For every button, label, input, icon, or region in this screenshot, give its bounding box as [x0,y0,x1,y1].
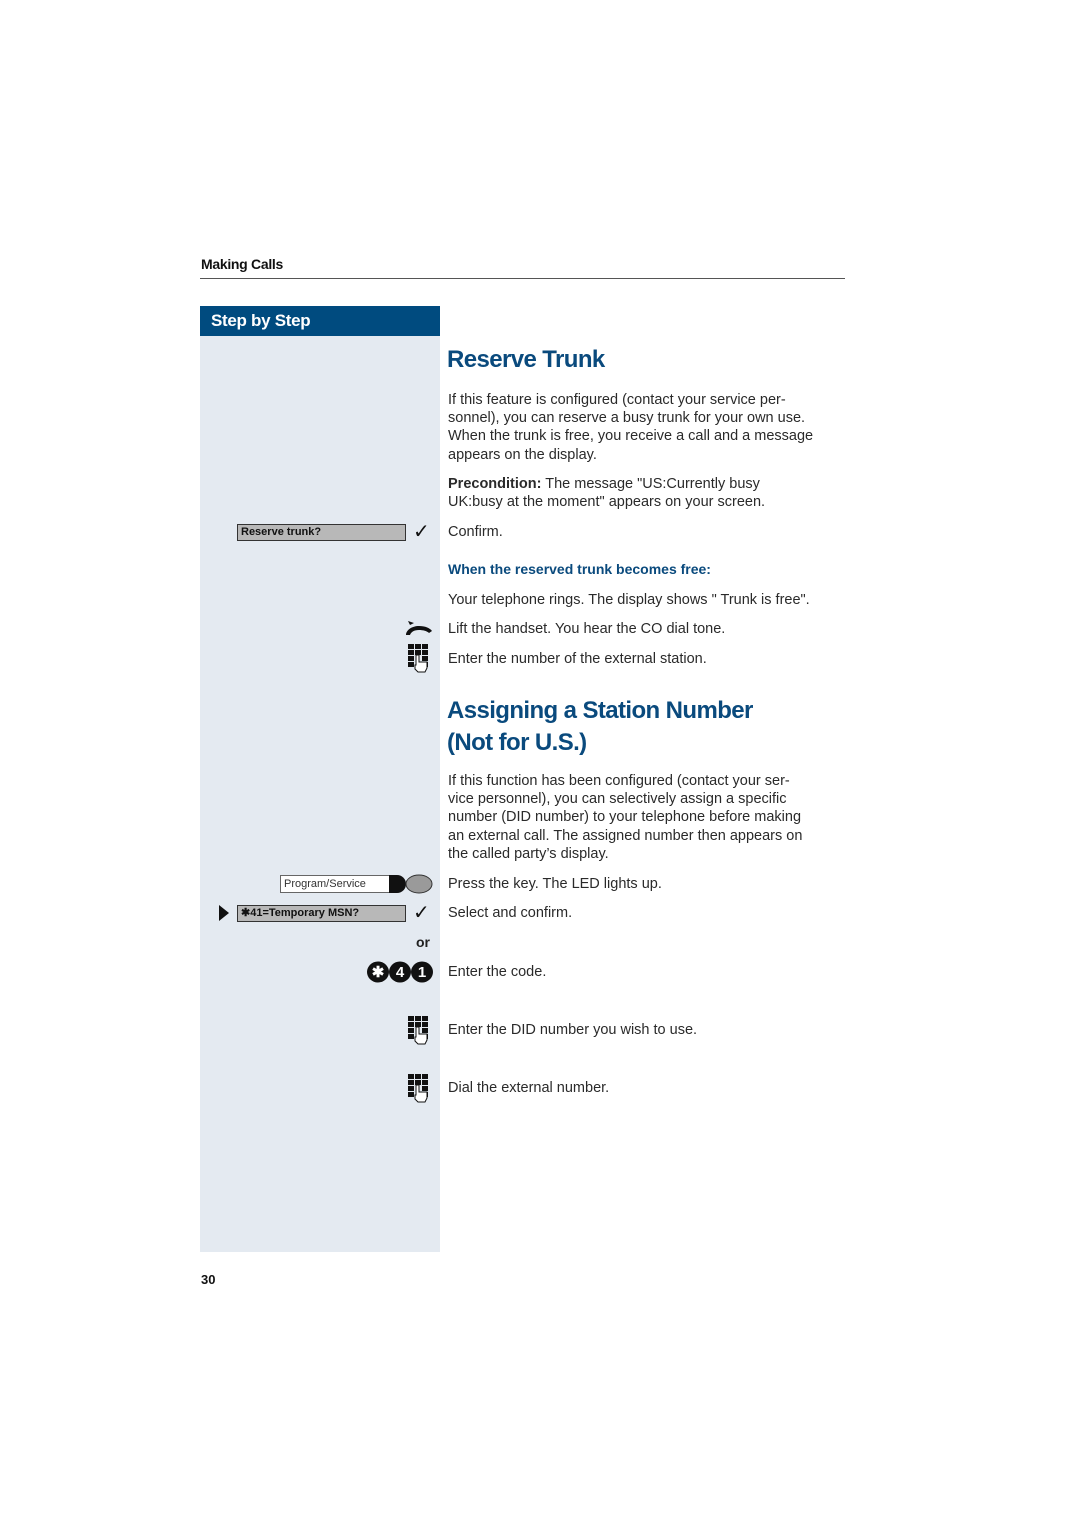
digit-1-key-icon: 1 [417,964,427,981]
intro-line: When the trunk is free, you receive a ca… [448,428,814,445]
intro-line: If this function has been configured (co… [448,773,790,789]
precondition-label: Precondition: [448,476,542,492]
heading-assign-station-sub: (Not for U.S.) [447,729,587,756]
keypad-icon [407,643,431,673]
select-text: Select and confirm. [448,905,573,921]
code-keys: ✱ 4 1 [366,961,434,983]
digit-4-key-icon: 4 [395,964,405,981]
intro-line: the called party’s display. [448,845,609,862]
sidebar-title: Step by Step [211,311,311,330]
precondition: Precondition: The message "US:Currently … [448,475,848,511]
intro-line: If this feature is configured (contact y… [448,392,786,408]
subheading-trunk-free: When the reserved trunk becomes free: [448,561,711,577]
checkmark-icon: ✓ [413,521,430,543]
intro-line: an external call. The assigned number th… [448,827,803,844]
checkmark-icon: ✓ [413,902,430,924]
keypad-icon [407,1073,431,1103]
star-key-icon: ✱ [371,964,385,981]
step-by-step-sidebar [200,306,440,1252]
section-label: Making Calls [201,256,283,272]
rings-text: Your telephone rings. The display shows … [448,592,810,608]
precondition-text: The message "US:Currently busy [541,476,760,492]
sidebar-header: Step by Step [200,306,440,336]
display-reserve-trunk[interactable]: Reserve trunk? [237,524,406,541]
scroll-arrow-icon[interactable] [219,905,229,921]
press-text: Press the key. The LED lights up. [448,876,662,892]
assign-station-intro: If this function has been configured (co… [448,772,848,863]
reserve-trunk-intro: If this feature is configured (contact y… [448,391,848,464]
dial-text: Dial the external number. [448,1080,610,1096]
code-text: Enter the code. [448,964,547,980]
keypad-icon [407,1015,431,1045]
display-temporary-msn[interactable]: ✱41=Temporary MSN? [237,905,406,922]
intro-line: appears on the display. [448,446,597,463]
did-text: Enter the DID number you wish to use. [448,1022,698,1038]
heading-reserve-trunk: Reserve Trunk [447,346,605,373]
or-label: or [416,934,430,950]
precondition-text: UK:busy at the moment" appears on your s… [448,494,766,511]
intro-line: sonnel), you can reserve a busy trunk fo… [448,410,806,427]
program-service-key[interactable]: Program/Service [280,875,395,893]
confirm-text: Confirm. [448,524,503,540]
header-rule [200,278,845,279]
page-number: 30 [201,1272,216,1287]
led-key-icon[interactable] [389,874,435,894]
intro-line: vice personnel), you can selectively ass… [448,791,787,808]
lift-handset-icon [404,618,434,638]
heading-assign-station: Assigning a Station Number [447,697,753,724]
lift-text: Lift the handset. You hear the CO dial t… [448,621,726,637]
enter-text: Enter the number of the external station… [448,651,707,667]
intro-line: number (DID number) to your telephone be… [448,809,802,826]
